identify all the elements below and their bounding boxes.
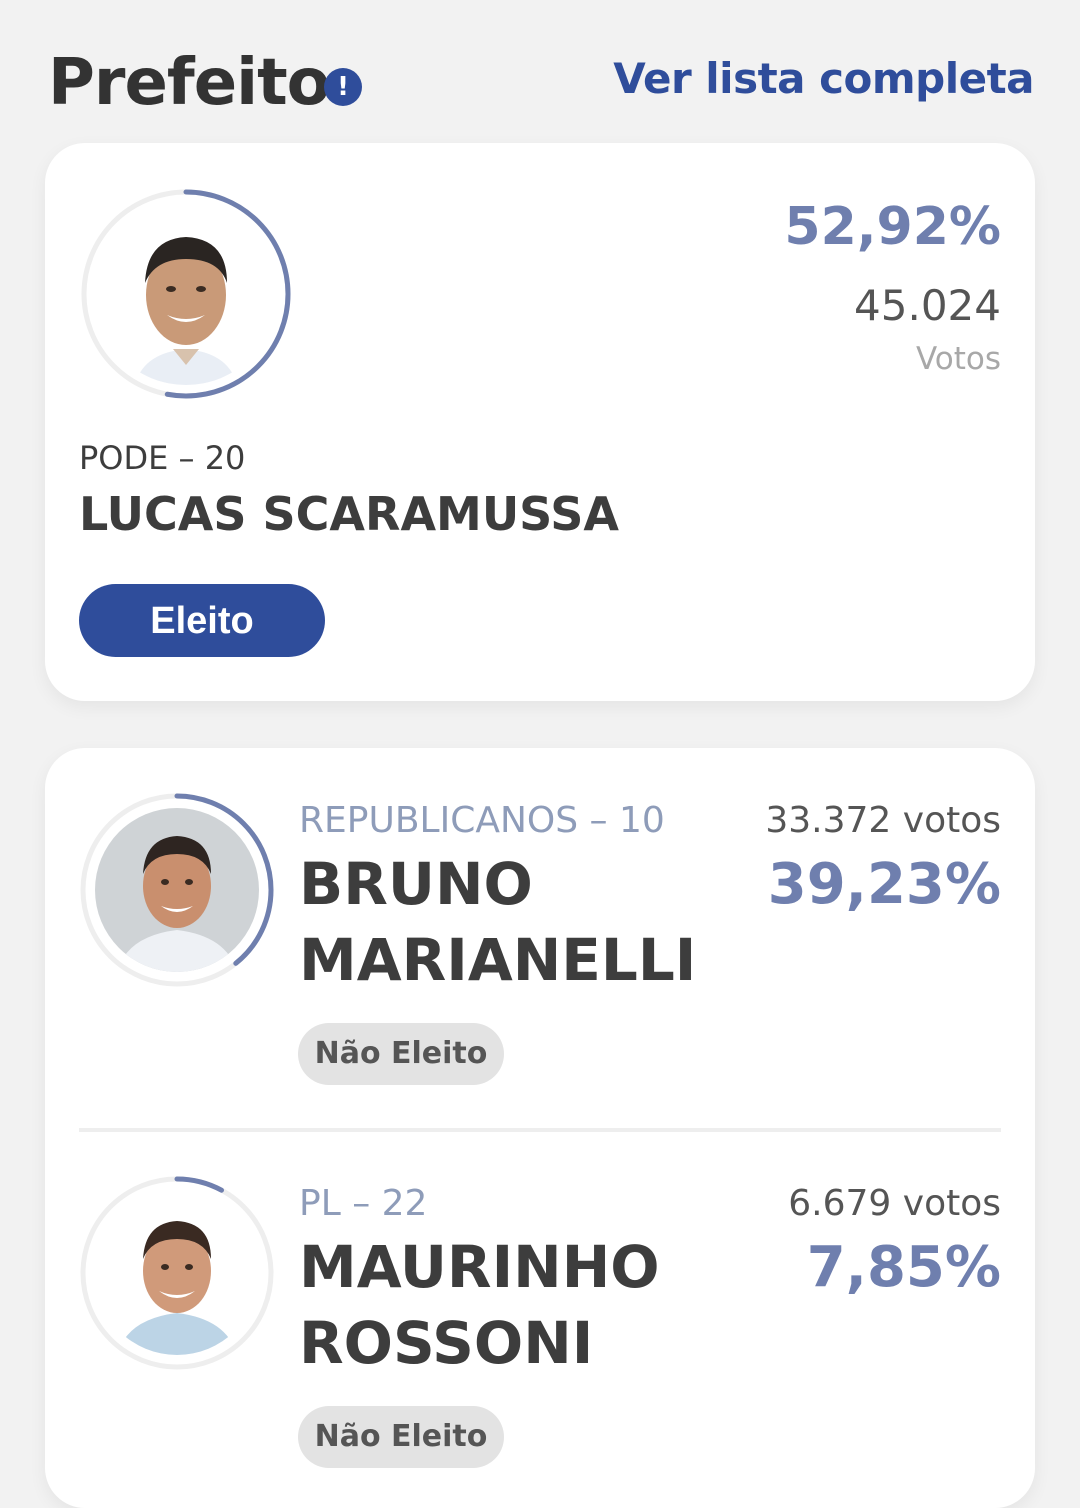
candidate-photo [95,808,259,972]
info-icon[interactable]: ! [324,68,362,106]
candidate-avatar [79,792,275,988]
see-full-list-link[interactable]: Ver lista completa [613,54,1034,103]
candidates-list: REPUBLICANOS – 10 BRUNO MARIANELLI 33.37… [45,748,1035,1508]
candidate-name-line1: BRUNO [299,850,533,918]
divider [79,1128,1001,1132]
not-elected-badge: Não Eleito [298,1406,504,1468]
elected-badge[interactable]: Eleito [79,584,325,657]
candidate-vote-count: 6.679 votos [788,1183,1001,1224]
candidate-party: REPUBLICANOS – 10 [299,800,665,841]
candidate-avatar [79,187,293,401]
candidate-name-line2: MARIANELLI [299,926,697,994]
candidate-name-line2: ROSSONI [299,1309,594,1377]
candidate-party: PODE – 20 [79,439,246,477]
candidate-name: LUCAS SCARAMUSSA [79,487,619,541]
votes-label: Votos [915,341,1001,377]
candidate-percentage: 39,23% [767,852,1001,917]
winner-card[interactable]: 52,92% 45.024 Votos PODE – 20 LUCAS SCAR… [45,143,1035,701]
page-title: Prefeito [48,46,331,120]
candidate-percentage: 7,85% [806,1235,1001,1300]
section-header: Prefeito ! Ver lista completa [48,40,1034,120]
candidate-photo [95,1191,259,1355]
candidate-party: PL – 22 [299,1183,428,1224]
candidate-avatar [79,1175,275,1371]
winner-percentage: 52,92% [784,197,1001,257]
not-elected-badge: Não Eleito [298,1023,504,1085]
candidate-vote-count: 33.372 votos [765,800,1001,841]
winner-vote-count: 45.024 [854,281,1001,330]
candidate-name-line1: MAURINHO [299,1233,660,1301]
candidate-photo [95,203,277,385]
